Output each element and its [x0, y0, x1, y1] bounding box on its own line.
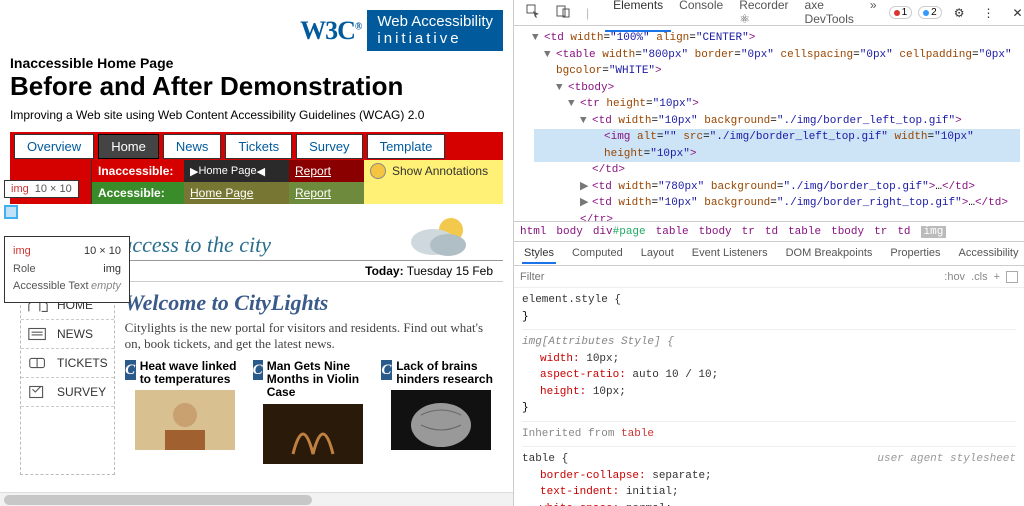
dom-node[interactable]: <td width="100%" align="CENTER"> — [544, 32, 755, 44]
styles-tab-dombreakpoints[interactable]: DOM Breakpoints — [784, 244, 875, 264]
styles-subtabs: Styles Computed Layout Event Listeners D… — [514, 242, 1024, 266]
welcome-section: Welcome to CityLights Citylights is the … — [115, 282, 511, 475]
dom-node[interactable]: </td> — [592, 164, 625, 176]
inspect-highlight — [4, 205, 18, 219]
dom-node-selected[interactable]: <img alt="" src="./img/border_left_top.g… — [534, 129, 1020, 162]
styles-tab-accessibility[interactable]: Accessibility — [957, 244, 1021, 264]
welcome-text: Citylights is the new portal for visitor… — [125, 320, 501, 352]
annotations-icon — [370, 163, 386, 179]
device-toggle-icon[interactable] — [550, 1, 576, 24]
devtools-pane: | Elements Console Recorder ⚛ axe DevToo… — [513, 0, 1024, 506]
tab-template[interactable]: Template — [367, 134, 446, 159]
dom-node[interactable]: <td width="780px" background="./img/bord… — [592, 181, 975, 193]
tab-tickets[interactable]: Tickets — [225, 134, 292, 159]
tab-overview[interactable]: Overview — [14, 134, 94, 159]
dom-breadcrumb[interactable]: html body div#page table tbody tr td tab… — [514, 222, 1024, 242]
page-tagline: Improving a Web site using Web Content A… — [10, 108, 503, 122]
nav-home-inaccessible[interactable]: ▶ Home Page ◀ — [184, 160, 289, 182]
inspect-tooltip-small: img 10 × 10 — [4, 180, 79, 198]
tab-home[interactable]: Home — [98, 134, 159, 159]
dom-node[interactable]: <tbody> — [568, 82, 614, 94]
wai-logo: W3C® Web Accessibilityinitiative — [10, 10, 503, 51]
sidenav: HOME NEWS TICKETS SURVEY — [20, 290, 115, 475]
welcome-heading: Welcome to CityLights — [125, 290, 501, 316]
dom-node[interactable]: <tr height="10px"> — [580, 98, 699, 110]
tab-news[interactable]: News — [163, 134, 222, 159]
devtools-toolbar: | Elements Console Recorder ⚛ axe DevToo… — [514, 0, 1024, 26]
news-card[interactable]: CLack of brains hinders research — [381, 360, 501, 467]
sidenav-news[interactable]: NEWS — [21, 320, 114, 349]
new-style-rule-icon[interactable]: + — [994, 271, 1000, 283]
styles-tab-properties[interactable]: Properties — [888, 244, 942, 264]
toggle-annotations[interactable]: Show Annotations — [364, 160, 503, 182]
cls-toggle[interactable]: .cls — [971, 271, 988, 283]
news-card[interactable]: CHeat wave linked to temperatures — [125, 360, 245, 467]
sidenav-survey[interactable]: SURVEY — [21, 378, 114, 407]
more-icon[interactable]: ⋮ — [976, 3, 1000, 23]
styles-filter-row: :hov .cls + — [514, 266, 1024, 288]
label-inaccessible: Inaccessible: — [92, 160, 184, 182]
sidenav-tickets[interactable]: TICKETS — [21, 349, 114, 378]
page-subtitle: Inaccessible Home Page — [10, 55, 503, 71]
webpage-pane: W3C® Web Accessibilityinitiative Inacces… — [0, 0, 513, 506]
dom-tree[interactable]: ▼<td width="100%" align="CENTER"> ▼<tabl… — [514, 26, 1024, 222]
styles-tab-computed[interactable]: Computed — [570, 244, 625, 264]
info-badge[interactable]: 2 — [918, 6, 942, 19]
page-title: Before and After Demonstration — [10, 71, 503, 102]
error-badge[interactable]: 1 — [889, 6, 913, 19]
dom-node[interactable]: <table width="800px" border="0px" cellsp… — [556, 49, 1012, 78]
dom-node[interactable]: <td width="10px" background="./img/borde… — [592, 115, 962, 127]
dom-node[interactable]: <td width="10px" background="./img/borde… — [592, 197, 1008, 209]
styles-filter-input[interactable] — [520, 271, 938, 283]
settings-icon[interactable]: ⚙ — [948, 3, 971, 23]
styles-tab-layout[interactable]: Layout — [639, 244, 676, 264]
toggle-sidebar-icon[interactable] — [1006, 271, 1018, 283]
inspect-tooltip-large: img10 × 10 Roleimg Accessible Textempty — [4, 236, 130, 303]
tab-survey[interactable]: Survey — [296, 134, 362, 159]
inspect-element-icon[interactable] — [520, 1, 546, 24]
hov-toggle[interactable]: :hov — [944, 271, 965, 283]
close-icon[interactable]: ✕ — [1006, 3, 1024, 23]
horizontal-scrollbar[interactable] — [0, 492, 513, 506]
nav-home-accessible[interactable]: Home Page — [184, 182, 289, 204]
link-report-accessible[interactable]: Report — [289, 182, 364, 204]
subbar: Inaccessible: ▶ Home Page ◀ Report Show … — [10, 160, 503, 204]
styles-tab-eventlisteners[interactable]: Event Listeners — [690, 244, 770, 264]
news-card[interactable]: CMan Gets Nine Months in Violin Case — [253, 360, 373, 467]
dom-node[interactable]: </tr> — [580, 214, 613, 223]
main-tabs: Overview Home News Tickets Survey Templa… — [10, 132, 503, 160]
weather-icon — [403, 212, 473, 265]
label-accessible: Accessible: — [92, 182, 184, 204]
styles-tab-styles[interactable]: Styles — [522, 244, 556, 264]
link-report-inaccessible[interactable]: Report — [289, 160, 364, 182]
styles-panel[interactable]: element.style { } img[Attributes Style] … — [514, 288, 1024, 506]
